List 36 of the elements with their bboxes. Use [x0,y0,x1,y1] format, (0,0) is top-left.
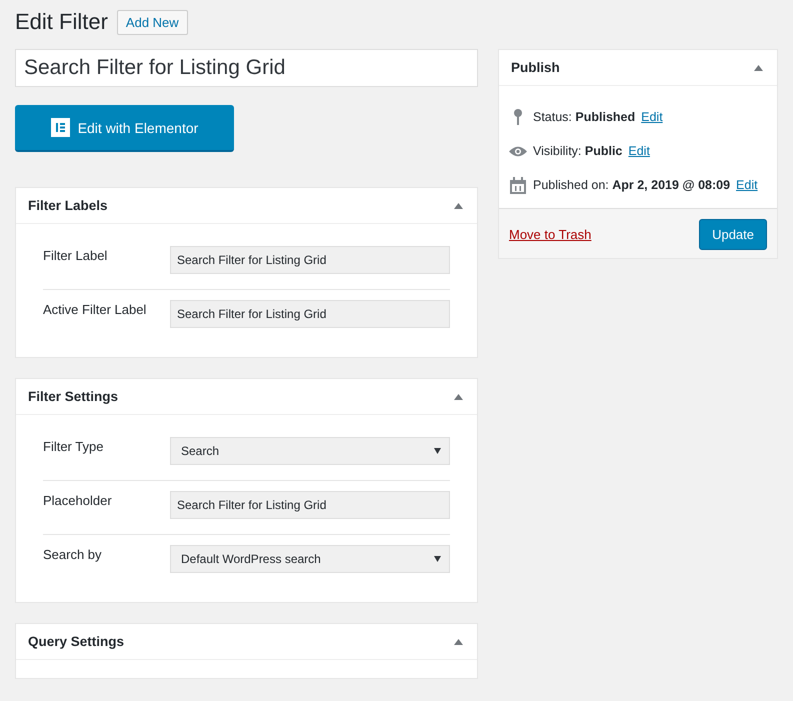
publish-info: Status: Published [533,110,636,124]
edit-link[interactable]: Edit [628,144,650,158]
dropdown[interactable]: Default WordPress search [170,545,450,573]
update-button[interactable]: Update [699,219,767,250]
panel-title: Publish [511,60,560,75]
text-field[interactable]: Search Filter for Listing Grid [170,300,450,328]
dropdown[interactable]: Search [170,437,450,465]
dropdown-arrow-icon [434,448,441,454]
eye-icon [509,146,527,156]
field-label: Search by [43,546,103,562]
field-label: Active Filter Label [43,301,148,317]
calendar-icon [510,176,526,194]
panel-title: Filter Settings [28,389,118,404]
text-field[interactable]: Search Filter for Listing Grid [170,491,450,519]
edit-link[interactable]: Edit [641,110,663,124]
publish-info: Visibility: Public [533,144,622,158]
text-field[interactable]: Search Filter for Listing Grid [170,246,450,274]
field-label: Filter Type [43,438,104,454]
edit-link[interactable]: Edit [736,178,758,192]
title-field[interactable]: Search Filter for Listing Grid [15,49,478,87]
move-to-trash-link[interactable]: Move to Trash [509,227,592,242]
publish-info: Published on: Apr 2, 2019 @ 08:09 [533,178,730,192]
collapse-icon[interactable] [454,202,463,208]
page-title: Edit Filter [15,9,108,35]
panel-title: Filter Labels [28,198,108,213]
collapse-icon[interactable] [754,64,763,70]
panel-title: Query Settings [28,634,124,649]
field-label: Filter Label [43,247,108,263]
collapse-icon[interactable] [454,394,463,400]
pin-icon [514,109,522,125]
collapse-icon[interactable] [454,638,463,644]
edit-with-elementor-button[interactable]: Edit with Elementor [15,105,234,152]
elementor-logo [50,118,70,137]
add-new-button[interactable]: Add New [116,10,188,34]
dropdown-arrow-icon [434,556,441,562]
field-label: Placeholder [43,492,113,508]
